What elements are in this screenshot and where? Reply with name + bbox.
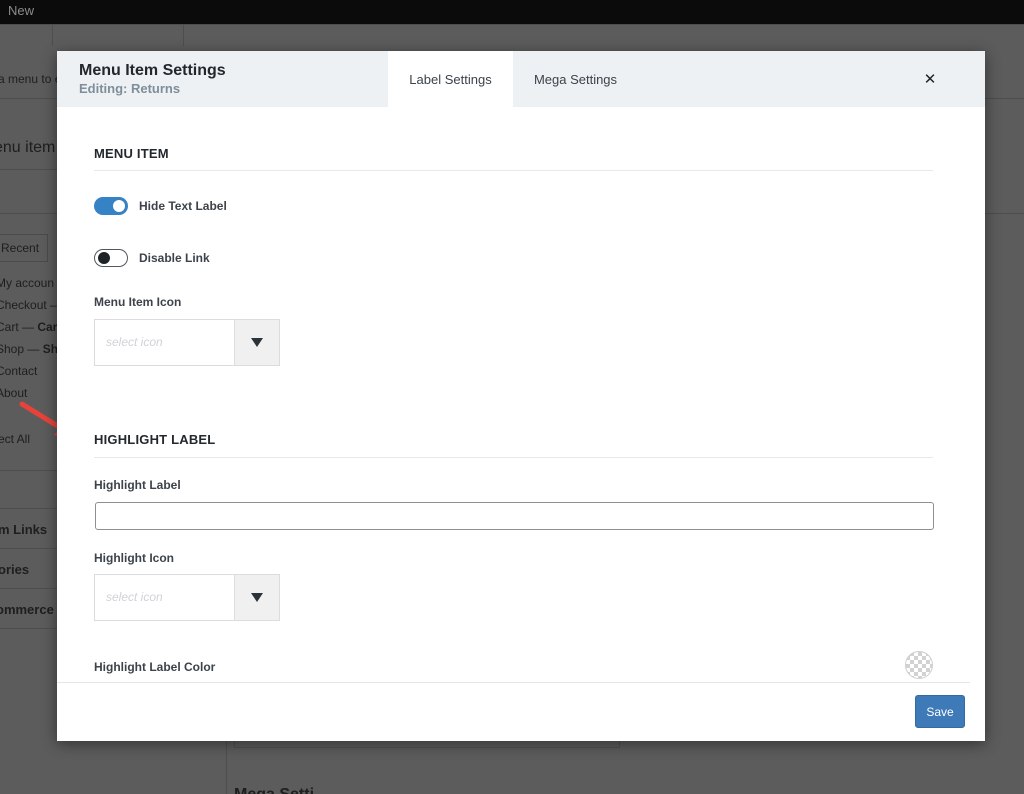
bg-section-categories[interactable]: ories [0,562,29,577]
bg-divider [0,548,60,549]
bg-divider [0,24,1024,25]
highlight-icon-label: Highlight Icon [94,551,174,565]
disable-link-label: Disable Link [139,251,210,265]
bg-page-item[interactable]: My accoun [0,276,54,290]
section-heading-highlight-label: HIGHLIGHT LABEL [94,432,216,447]
highlight-label-color-swatch[interactable] [905,651,933,679]
bg-divider [52,24,53,46]
bg-heading-mega-settings: Mega Setti [234,786,314,794]
bg-divider [0,628,60,629]
caret-down-icon [251,593,263,602]
highlight-icon-select[interactable]: select icon [94,574,280,621]
modal-subtitle: Editing: Returns [79,81,181,96]
bg-divider [0,470,60,471]
bg-page-item[interactable]: Checkout – [0,298,57,312]
highlight-label-label: Highlight Label [94,478,181,492]
hide-text-label-label: Hide Text Label [139,199,227,213]
modal-header: Menu Item Settings Editing: Returns Labe… [57,51,985,107]
modal-title: Menu Item Settings [79,62,226,79]
bg-page-item[interactable]: Contact [0,364,37,378]
menu-item-icon-label: Menu Item Icon [94,295,182,309]
bg-divider [183,24,184,46]
menu-item-settings-modal: Menu Item Settings Editing: Returns Labe… [57,51,985,741]
close-icon[interactable]: ✕ [919,69,941,91]
bg-page-item[interactable]: Cart — Car [0,320,57,334]
section-divider [94,170,933,171]
tab-label-settings[interactable]: Label Settings [388,51,513,107]
modal-scrollbar[interactable] [970,107,985,741]
caret-down-icon [251,338,263,347]
save-button[interactable]: Save [915,695,965,728]
bg-divider [0,588,60,589]
hide-text-label-row: Hide Text Label [94,197,227,215]
hide-text-label-toggle[interactable] [94,197,128,215]
highlight-icon-dropdown-button[interactable] [234,575,279,620]
bg-page-item[interactable]: Shop — Sh [0,342,58,356]
bg-menu-intro-text: a menu to e [0,72,62,86]
toggle-knob [113,200,125,212]
bg-divider [0,169,60,170]
highlight-label-input[interactable] [95,502,934,530]
bg-section-custom-links[interactable]: m Links [0,522,47,537]
bg-heading-menu-item: enu item [0,139,56,156]
bg-section-ecommerce[interactable]: ommerce [0,602,54,617]
menu-item-icon-dropdown-button[interactable] [234,320,279,365]
disable-link-toggle[interactable] [94,249,128,267]
section-heading-menu-item: MENU ITEM [94,146,169,161]
section-divider [94,457,933,458]
tab-mega-settings[interactable]: Mega Settings [513,51,638,107]
bg-tab-recent[interactable]: Recent [0,234,48,262]
menu-item-icon-select[interactable]: select icon [94,319,280,366]
bg-divider [0,508,60,509]
modal-footer: Save [57,682,970,741]
admin-bar-new-link[interactable]: New [8,3,34,18]
highlight-icon-placeholder: select icon [106,590,163,604]
highlight-label-color-label: Highlight Label Color [94,660,216,674]
menu-item-icon-placeholder: select icon [106,335,163,349]
disable-link-row: Disable Link [94,249,210,267]
toggle-knob [98,252,110,264]
admin-bar: New [0,0,1024,24]
